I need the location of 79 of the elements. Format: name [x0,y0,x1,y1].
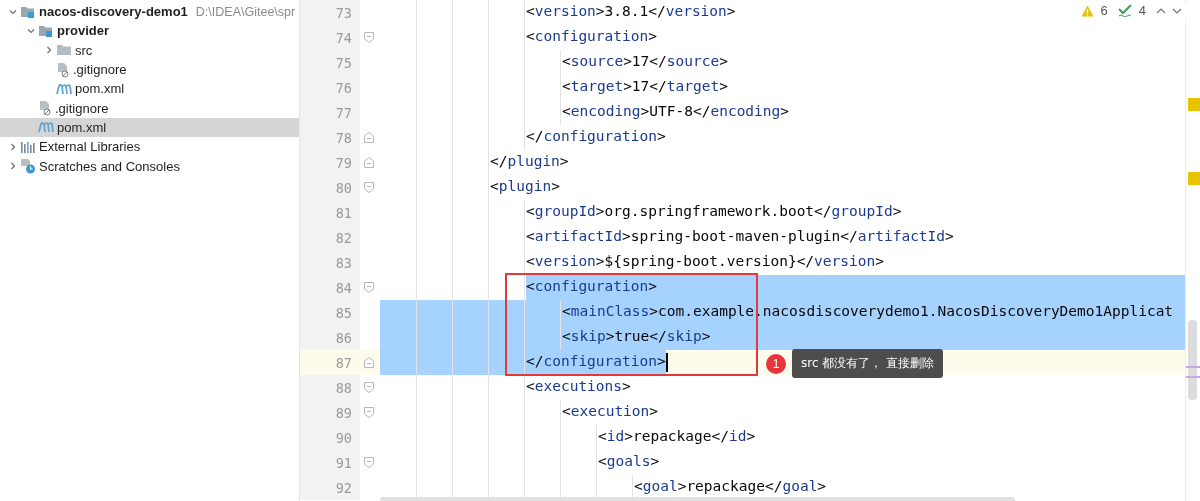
code-line: <version>3.8.1</version> [526,2,736,21]
code-line: <plugin> [490,177,560,196]
line-number: 75 [300,50,360,75]
code-line: <version>${spring-boot.version}</version> [526,252,884,271]
change-marker [1186,366,1200,368]
code-line: <goals> [598,452,660,471]
fold-icon[interactable] [364,132,374,143]
tree-item[interactable]: External Libraries [0,137,299,157]
scrollbar[interactable] [1185,0,1200,501]
line-number: 81 [300,200,360,225]
fold-icon[interactable] [364,32,374,43]
fold-icon[interactable] [364,357,374,368]
code-line: <source>17</source> [562,52,728,71]
tree-item[interactable]: Scratches and Consoles [0,156,299,176]
warning-marker[interactable] [1188,98,1200,111]
tree-item[interactable]: provider [0,21,299,41]
code-line: <artifactId>spring-boot-maven-plugin</artifactId> [526,227,954,246]
typo-count[interactable]: 4 [1138,3,1146,18]
fold-icon[interactable] [364,407,374,418]
line-number: 79 [300,150,360,175]
code-line: <target>17</target> [562,77,728,96]
code-line: <id>repackage</id> [598,427,756,446]
code-line: <goal>repackage</goal> [634,477,827,496]
code-line: <execution> [562,402,659,421]
maven-m-icon [56,82,72,95]
tree-item[interactable]: .gitignore [0,59,299,80]
folder-icon [56,43,72,58]
line-number: 82 [300,225,360,250]
fold-icon[interactable] [364,457,374,468]
change-marker [1186,376,1200,378]
module-folder-icon [20,4,36,19]
line-number: 89 [300,400,360,425]
line-number: 85 [300,300,360,325]
scratches-icon [20,158,36,174]
chevron-right-icon[interactable] [44,45,54,56]
code-line: <encoding>UTF-8</encoding> [562,102,789,121]
line-number: 80 [300,175,360,200]
warning-count[interactable]: 6 [1100,3,1108,18]
chevron-right-icon[interactable] [8,161,18,171]
code-line: </configuration> [526,127,666,146]
check-icon[interactable] [1117,4,1132,17]
line-number: 86 [300,325,360,350]
tree-item[interactable]: src [0,40,299,60]
fold-icon[interactable] [364,282,374,293]
line-number: 90 [300,425,360,450]
tree-item[interactable]: pom.xml [0,79,299,99]
warning-icon[interactable] [1080,4,1094,17]
tree-item[interactable]: .gitignore [0,98,299,118]
line-number: 76 [300,75,360,100]
tree-item[interactable]: pom.xml [0,117,299,138]
line-number: 74 [300,25,360,50]
line-number: 84 [300,275,360,300]
scrollbar-thumb[interactable] [1188,320,1197,400]
chevron-up-icon[interactable] [1156,6,1166,15]
code-line: <executions> [526,377,631,396]
warning-marker[interactable] [1188,172,1200,185]
code-line: <groupId>org.springframework.boot</groupId> [526,202,902,221]
line-number: 73 [300,0,360,25]
annotation-note: src 都没有了， 直接删除 [792,349,944,378]
chevron-down-icon[interactable] [1172,6,1182,15]
maven-m-icon [38,121,54,134]
tree-item[interactable]: nacos-discovery-demo1 D:\IDEA\Gitee\spr [0,2,299,22]
module-folder-icon [38,23,54,38]
line-number: 91 [300,450,360,475]
line-number: 78 [300,125,360,150]
line-number: 88 [300,375,360,400]
fold-icon[interactable] [364,382,374,393]
libraries-icon [20,139,36,154]
fold-icon[interactable] [364,157,374,168]
path-hint: D:\IDEA\Gitee\spr [195,4,296,19]
line-number: 83 [300,250,360,275]
ignored-file-icon [56,61,70,78]
line-number: 77 [300,100,360,125]
fold-icon[interactable] [364,182,374,193]
code-line: <configuration> [526,27,657,46]
line-number: 92 [300,475,360,500]
code-line: </plugin> [490,152,569,171]
ignored-file-icon [38,100,52,117]
chevron-right-icon[interactable] [8,141,18,152]
